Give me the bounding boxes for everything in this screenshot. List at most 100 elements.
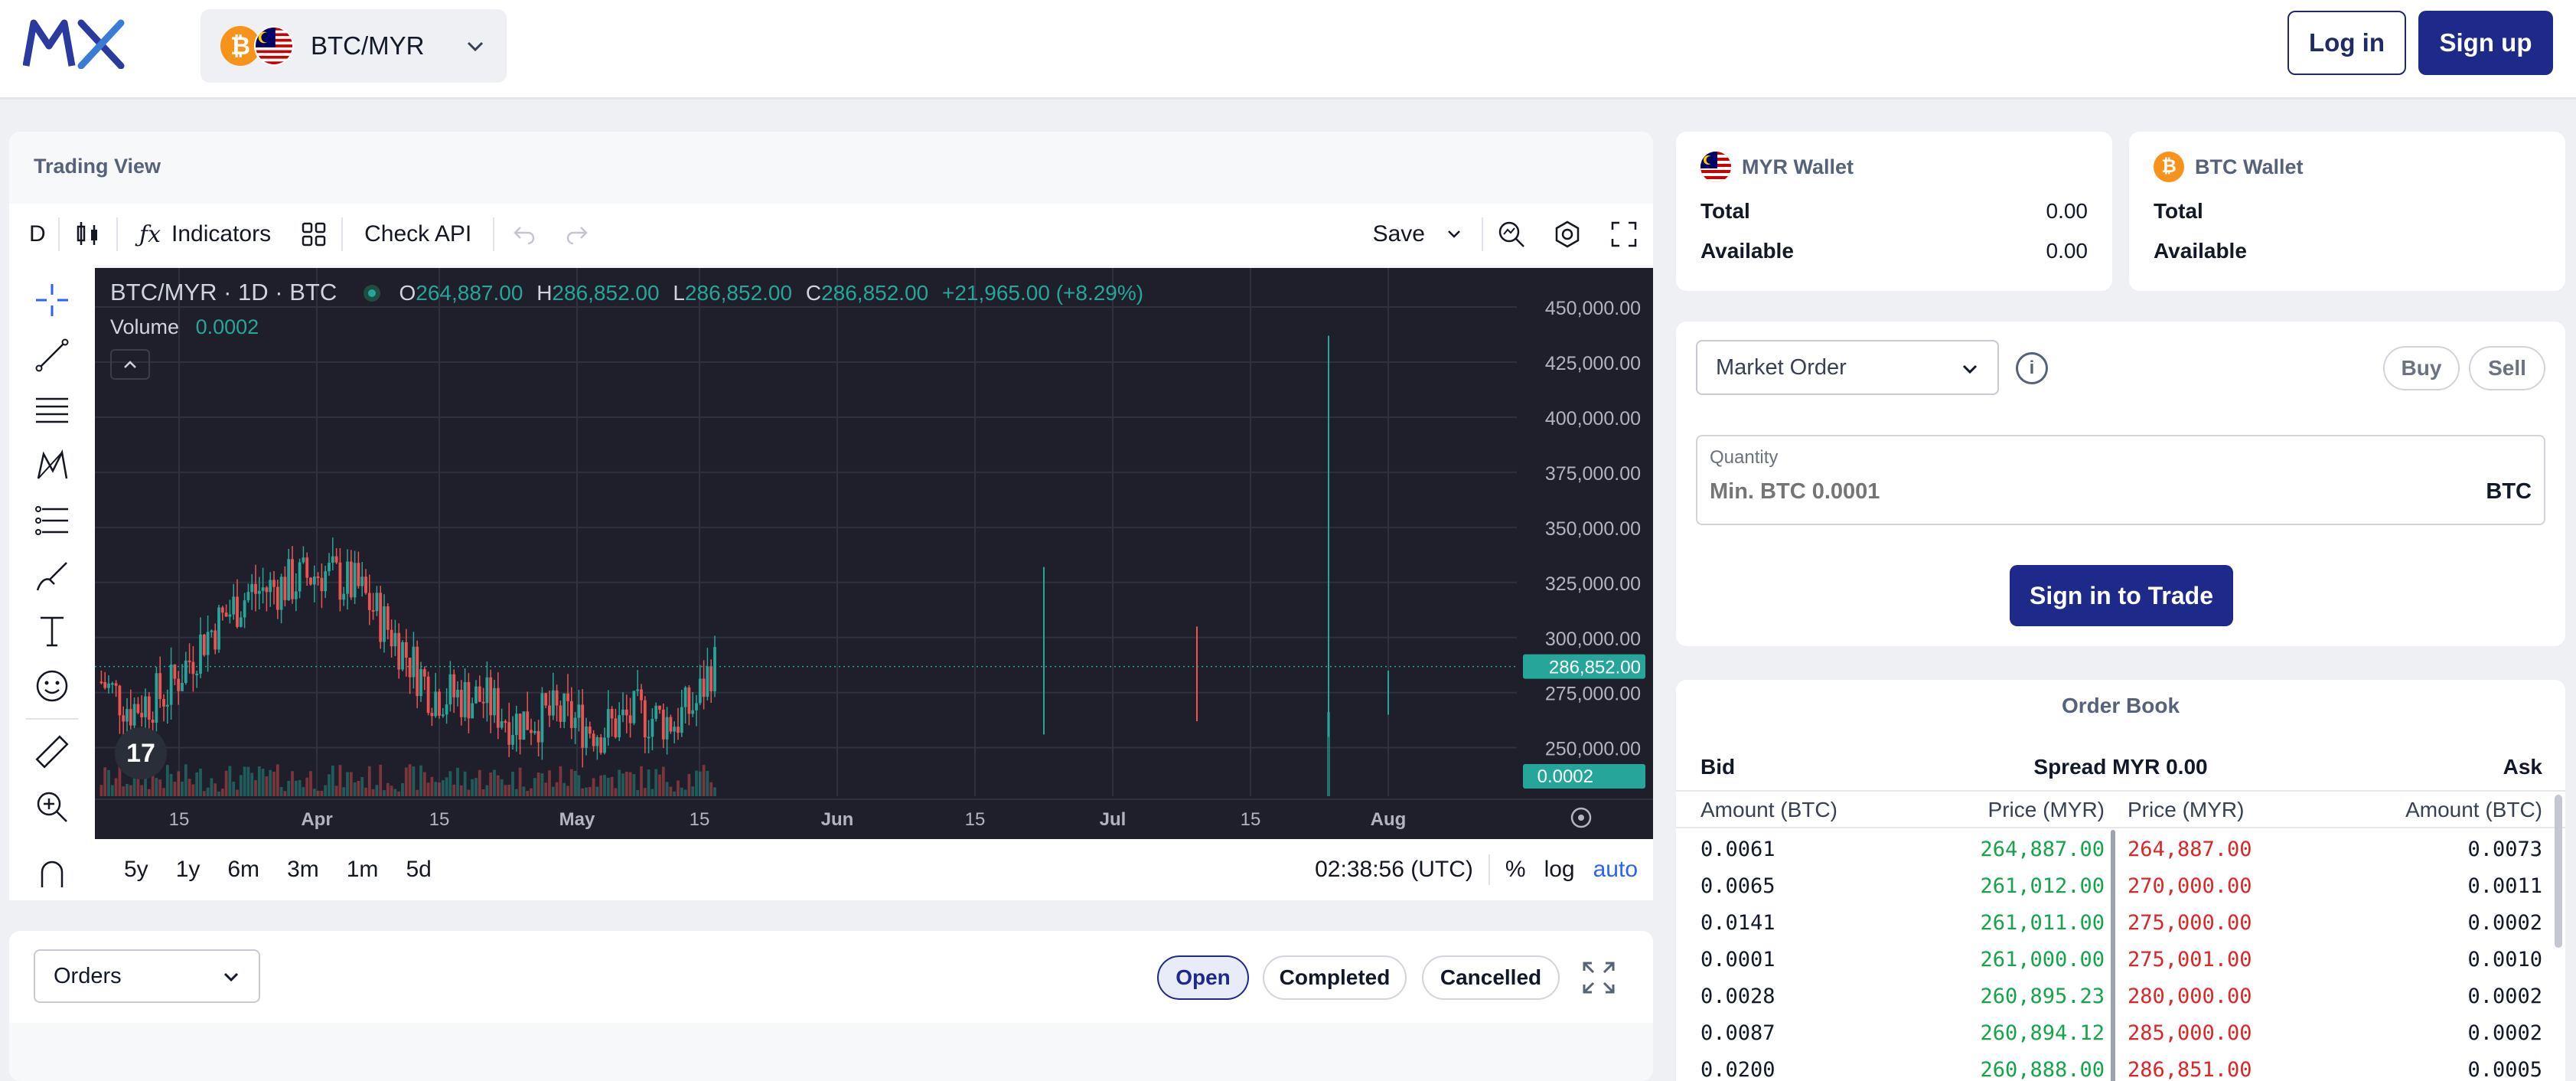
volume-bar [577,775,581,796]
tab-completed[interactable]: Completed [1263,955,1407,1000]
candle-body [272,580,276,587]
collapse-legend-button[interactable] [110,349,150,380]
range-1y[interactable]: 1y [176,857,201,883]
range-1m[interactable]: 1m [347,857,379,883]
x-tick-label: 15 [169,809,190,830]
tab-cancelled[interactable]: Cancelled [1422,955,1560,1000]
candle-body [640,689,643,701]
pattern-icon [37,449,68,479]
volume-bar [276,764,279,796]
candle-body [610,709,614,719]
candle-body [618,715,621,738]
candle-body [606,709,610,738]
quantity-field: Quantity BTC [1696,435,2545,525]
volume-bar [283,791,287,796]
orders-select[interactable]: Orders [34,949,260,1003]
interval-button[interactable]: D [9,204,58,265]
price-chart[interactable]: 450,000.00 425,000.00 400,000.00 375,000.00… [95,268,1653,839]
trading-view-panel: Trading View D ƒx Indicators Check API S… [9,132,1653,900]
candle-body [522,711,526,740]
fib-tool[interactable] [32,390,72,430]
auto-toggle[interactable]: auto [1593,857,1638,883]
order-book-row[interactable]: 0.0087 260,894.12 285,000.00 0.0002 [1676,1014,2565,1050]
order-book-row[interactable]: 0.0028 260,895.23 280,000.00 0.0002 [1676,977,2565,1014]
expand-icon[interactable] [1581,960,1616,995]
candle-body [621,709,624,716]
range-5d[interactable]: 5d [406,857,431,883]
crosshair-tool[interactable] [32,280,72,320]
candle-body [467,681,471,719]
candle-body [514,714,518,736]
measure-tool[interactable] [32,732,72,772]
order-book-row[interactable]: 0.0061 264,887.00 264,887.00 0.0073 [1676,830,2565,867]
candle-body [279,576,283,610]
pair-selector[interactable]: ₿ BTC/MYR [201,9,507,83]
volume-bar [99,785,103,796]
text-tool[interactable] [32,611,72,651]
high-value: 286,852.00 [552,281,660,305]
magnet-tool[interactable] [32,854,72,894]
percent-toggle[interactable]: % [1505,857,1526,883]
emoji-tool[interactable] [32,666,72,706]
order-book-row[interactable]: 0.0001 261,000.00 275,001.00 0.0010 [1676,940,2565,977]
order-book-row[interactable]: 0.0065 261,012.00 270,000.00 0.0011 [1676,867,2565,903]
volume-bar [548,770,551,796]
chevron-up-icon [124,361,136,368]
mx-logo[interactable] [23,18,126,69]
candle-body [346,561,349,594]
volume-bar [691,786,695,796]
settings-button[interactable] [1540,204,1595,265]
candle-body [228,614,232,617]
available-value: 0.00 [2046,239,2089,263]
candle-body [191,661,195,674]
candles-style-button[interactable] [60,204,116,265]
sign-in-to-trade-button[interactable]: Sign in to Trade [2010,565,2233,626]
indicators-button[interactable]: ƒx Indicators [118,204,286,265]
candlestick-chart[interactable]: 450,000.00 425,000.00 400,000.00 375,000.00… [95,268,1653,839]
save-button[interactable]: Save [1373,204,1471,265]
check-api-button[interactable]: Check API [343,204,493,265]
order-book-row[interactable]: 0.0200 260,888.00 286,851.00 0.0005 [1676,1050,2565,1081]
brush-tool[interactable] [32,556,72,596]
sell-tab[interactable]: Sell [2469,346,2545,390]
undo-button[interactable] [494,204,554,265]
zoom-tool[interactable] [32,787,72,827]
volume-bar [610,776,614,796]
range-3m[interactable]: 3m [287,857,319,883]
quantity-input[interactable] [1710,479,2398,505]
trend-line-tool[interactable] [32,335,72,375]
login-button[interactable]: Log in [2287,11,2406,75]
volume-bar [287,780,291,796]
tab-open[interactable]: Open [1157,955,1249,1000]
bid-price: 260,894.12 [1980,1021,2105,1045]
order-book-row[interactable]: 0.0141 261,011.00 275,000.00 0.0002 [1676,903,2565,940]
buy-tab[interactable]: Buy [2383,346,2460,390]
open-label: O [399,281,416,305]
range-6m[interactable]: 6m [227,857,259,883]
candle-body [371,609,375,612]
volume-bar [214,783,217,796]
volume-bar [320,790,324,796]
chart-symbol[interactable]: BTC/MYR · 1D · BTC [110,279,337,305]
prediction-tool[interactable] [32,501,72,540]
pattern-tool[interactable] [32,446,72,485]
volume-bar [683,789,687,796]
redo-button[interactable] [554,204,600,265]
signup-button[interactable]: Sign up [2418,11,2553,75]
log-toggle[interactable]: log [1544,857,1575,883]
utc-clock[interactable]: 02:38:56 (UTC) [1315,857,1473,883]
range-5y[interactable]: 5y [124,857,148,883]
volume-bar [375,785,379,796]
volume-bar [155,778,158,796]
layout-button[interactable] [286,204,341,265]
order-book-divider [2111,830,2115,1081]
info-icon[interactable]: i [2016,352,2048,384]
order-book-scrollbar[interactable] [2555,795,2562,948]
order-type-select[interactable]: Market Order [1696,340,1999,395]
quick-search-button[interactable] [1483,204,1540,265]
tradingview-logo[interactable]: 17 [115,727,167,779]
candle-body [158,673,162,699]
ask-amount: 0.0002 [2467,911,2542,935]
candle-body [210,630,214,632]
fullscreen-button[interactable] [1595,204,1653,265]
